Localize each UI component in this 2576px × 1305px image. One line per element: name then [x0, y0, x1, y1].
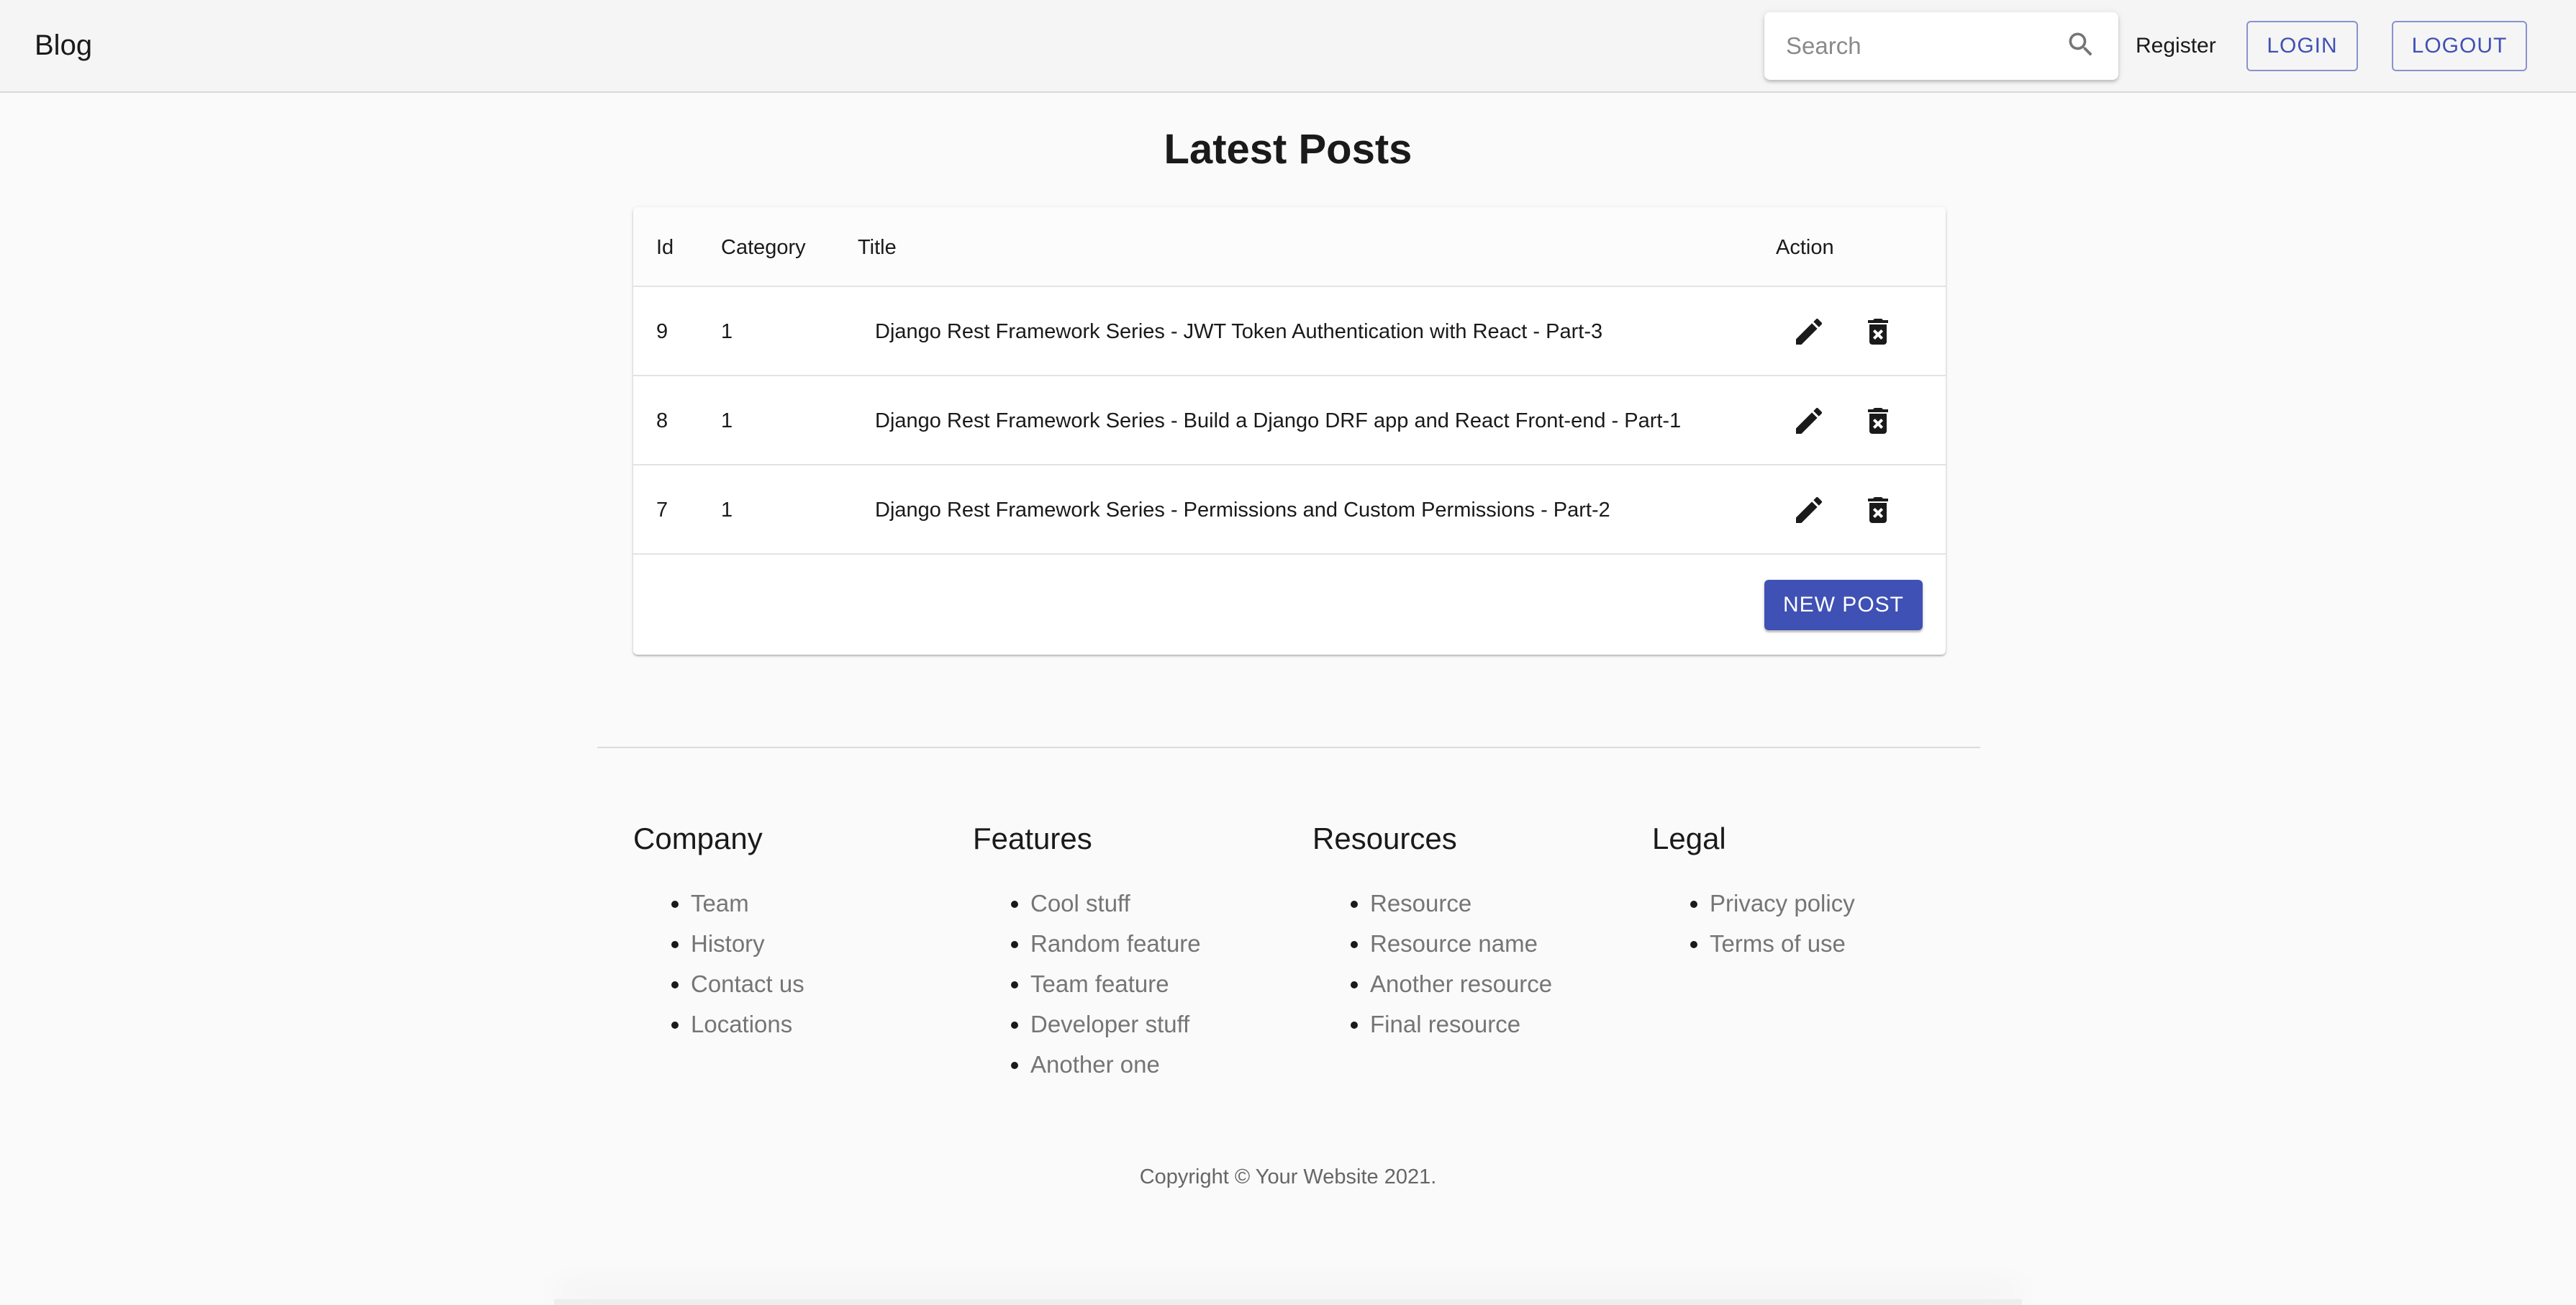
cell-id: 8 [656, 409, 668, 432]
edit-icon [1796, 407, 1823, 434]
bottom-shadow-bar [554, 1299, 2022, 1305]
footer-list-item[interactable]: Contact us [691, 964, 804, 1004]
footer-list-item[interactable]: Team feature [1030, 964, 1201, 1004]
footer-link-terms-of-use[interactable]: Terms of use [1710, 930, 1846, 957]
footer-column-resources: Resources Resource Resource name Another… [1312, 819, 1552, 1045]
footer-list-item[interactable]: Random feature [1030, 924, 1201, 964]
edit-button[interactable] [1787, 310, 1831, 353]
cell-category: 1 [721, 499, 733, 522]
column-header-id: Id [656, 236, 674, 259]
register-link[interactable]: Register [2136, 33, 2216, 59]
footer-link-locations[interactable]: Locations [691, 1011, 792, 1037]
cell-title[interactable]: Django Rest Framework Series - JWT Token… [875, 319, 1602, 345]
edit-button[interactable] [1787, 399, 1831, 442]
footer-list-item[interactable]: Another one [1030, 1045, 1201, 1085]
footer-list-item[interactable]: Team [691, 883, 804, 924]
footer-list-item[interactable]: Privacy policy [1710, 883, 1855, 924]
edit-icon [1796, 318, 1823, 345]
footer-column-features: Features Cool stuff Random feature Team … [973, 819, 1201, 1085]
footer-list-item[interactable]: Resource [1370, 883, 1552, 924]
table-row: 7 1 Django Rest Framework Series - Permi… [633, 465, 1946, 555]
footer-link-privacy-policy[interactable]: Privacy policy [1710, 890, 1855, 917]
table-row: 8 1 Django Rest Framework Series - Build… [633, 376, 1946, 465]
footer-link-team[interactable]: Team [691, 890, 749, 917]
cell-category: 1 [721, 409, 733, 432]
copyright-text: Copyright © Your Website 2021. [1139, 1165, 1437, 1188]
footer-column-company: Company Team History Contact us Location… [633, 819, 804, 1045]
logout-button[interactable]: LOGOUT [2392, 21, 2527, 71]
app-bar: Blog Register LOGIN LOGOUT [0, 0, 2576, 93]
column-header-title: Title [858, 236, 897, 259]
footer-list-item[interactable]: History [691, 924, 804, 964]
footer-list-item[interactable]: Resource name [1370, 924, 1552, 964]
footer-heading: Resources [1312, 822, 1457, 855]
footer-list-item[interactable]: Another resource [1370, 964, 1552, 1004]
delete-button[interactable] [1856, 488, 1900, 532]
footer-heading: Features [973, 822, 1092, 855]
footer-link-another-resource[interactable]: Another resource [1370, 970, 1552, 997]
search-input[interactable] [1786, 28, 2045, 64]
cell-title[interactable]: Django Rest Framework Series - Build a D… [875, 408, 1681, 434]
table-row: 9 1 Django Rest Framework Series - JWT T… [633, 287, 1946, 376]
footer-list-item[interactable]: Cool stuff [1030, 883, 1201, 924]
footer-link-final-resource[interactable]: Final resource [1370, 1011, 1520, 1037]
cell-id: 7 [656, 499, 668, 522]
delete-forever-icon [1868, 319, 1888, 345]
footer-link-resource-name[interactable]: Resource name [1370, 930, 1538, 957]
footer-divider [597, 747, 1980, 748]
footer-list-item[interactable]: Terms of use [1710, 924, 1855, 964]
brand-title[interactable]: Blog [35, 27, 92, 63]
cell-category: 1 [721, 320, 733, 343]
search-icon[interactable] [2065, 29, 2097, 60]
column-header-action: Action [1776, 236, 1834, 259]
delete-forever-icon [1868, 497, 1888, 523]
login-button[interactable]: LOGIN [2246, 21, 2358, 71]
footer-link-history[interactable]: History [691, 930, 765, 957]
edit-button[interactable] [1787, 488, 1831, 532]
footer-link-random-feature[interactable]: Random feature [1030, 930, 1201, 957]
footer-link-another-one[interactable]: Another one [1030, 1051, 1160, 1078]
delete-forever-icon [1868, 408, 1888, 434]
table-header: Id Category Title Action [633, 207, 1946, 287]
delete-button[interactable] [1856, 310, 1900, 353]
posts-table: Id Category Title Action 9 1 Django Rest… [633, 207, 1946, 655]
footer-list-item[interactable]: Final resource [1370, 1004, 1552, 1045]
footer-link-resource[interactable]: Resource [1370, 890, 1471, 917]
footer-link-developer-stuff[interactable]: Developer stuff [1030, 1011, 1189, 1037]
footer-column-legal: Legal Privacy policy Terms of use [1652, 819, 1855, 964]
footer-link-team-feature[interactable]: Team feature [1030, 970, 1169, 997]
column-header-category: Category [721, 236, 806, 259]
footer-heading: Company [633, 822, 763, 855]
cell-title[interactable]: Django Rest Framework Series - Permissio… [875, 497, 1610, 523]
cell-id: 9 [656, 320, 668, 343]
footer-link-contact-us[interactable]: Contact us [691, 970, 804, 997]
footer-list-item[interactable]: Locations [691, 1004, 804, 1045]
footer-list-item[interactable]: Developer stuff [1030, 1004, 1201, 1045]
new-post-button[interactable]: NEW POST [1764, 580, 1923, 630]
footer-heading: Legal [1652, 822, 1726, 855]
edit-icon [1796, 496, 1823, 523]
page-title: Latest Posts [1164, 126, 1412, 173]
delete-button[interactable] [1856, 399, 1900, 442]
footer-link-cool-stuff[interactable]: Cool stuff [1030, 890, 1130, 917]
